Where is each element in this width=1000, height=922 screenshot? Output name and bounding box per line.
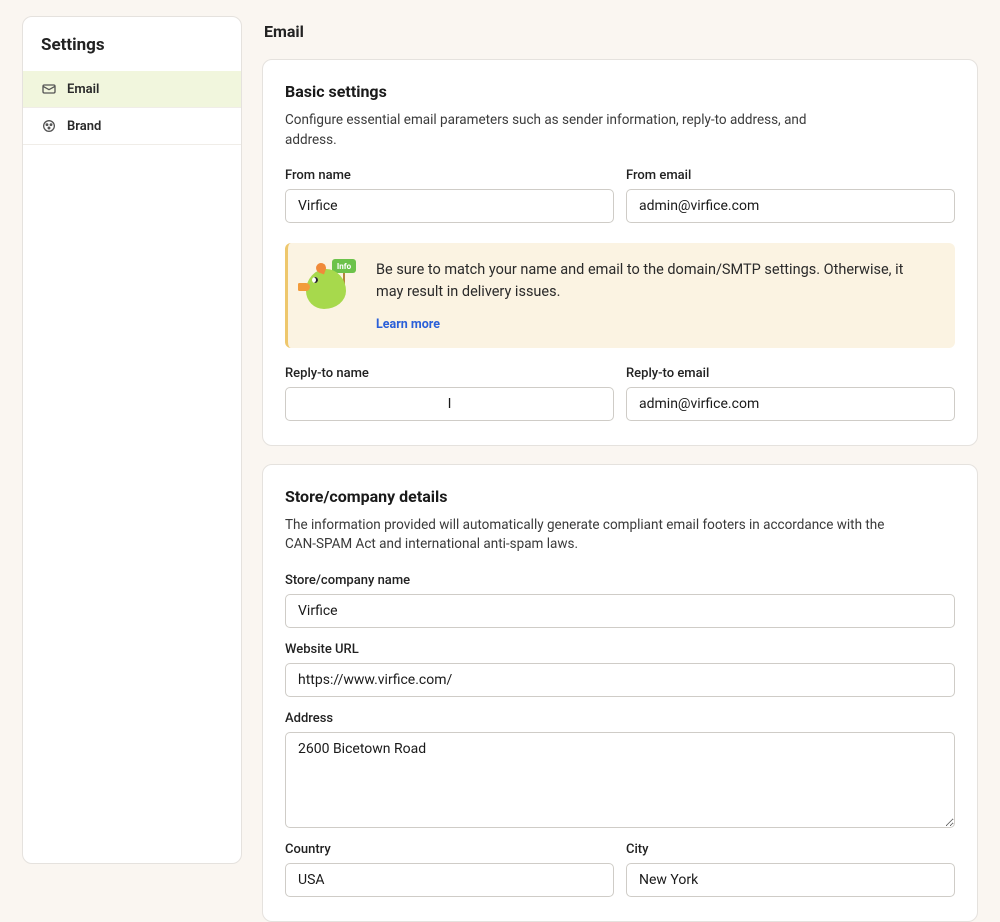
page-title: Email xyxy=(262,16,978,41)
reply-to-name-label: Reply-to name xyxy=(285,366,614,381)
website-url-label: Website URL xyxy=(285,642,955,657)
email-icon xyxy=(41,81,57,97)
settings-sidebar: Settings Email Brand xyxy=(22,16,242,864)
company-name-input[interactable] xyxy=(285,594,955,628)
reply-to-email-label: Reply-to email xyxy=(626,366,955,381)
learn-more-link[interactable]: Learn more xyxy=(376,317,440,332)
basic-settings-title: Basic settings xyxy=(285,82,955,101)
brand-icon xyxy=(41,118,57,134)
main-content: Email Basic settings Configure essential… xyxy=(262,16,978,864)
company-name-field: Store/company name xyxy=(285,573,955,628)
sidebar-item-label: Email xyxy=(67,82,99,97)
from-name-input[interactable] xyxy=(285,189,614,223)
city-field: City xyxy=(626,842,955,897)
reply-to-name-field: Reply-to name xyxy=(285,366,614,421)
smtp-info-banner: Info Be sure to match your name and emai… xyxy=(285,243,955,348)
from-name-field: From name xyxy=(285,168,614,223)
sidebar-item-email[interactable]: Email xyxy=(23,71,241,108)
banner-text: Be sure to match your name and email to … xyxy=(376,259,933,303)
sidebar-item-brand[interactable]: Brand xyxy=(23,108,241,145)
company-name-label: Store/company name xyxy=(285,573,955,588)
from-email-field: From email xyxy=(626,168,955,223)
reply-to-email-field: Reply-to email xyxy=(626,366,955,421)
sidebar-title: Settings xyxy=(23,17,241,71)
bird-info-icon: Info xyxy=(302,259,358,313)
city-label: City xyxy=(626,842,955,857)
website-url-input[interactable] xyxy=(285,663,955,697)
address-label: Address xyxy=(285,711,955,726)
country-label: Country xyxy=(285,842,614,857)
basic-settings-card: Basic settings Configure essential email… xyxy=(262,59,978,446)
reply-to-email-input[interactable] xyxy=(626,387,955,421)
country-field: Country xyxy=(285,842,614,897)
website-url-field: Website URL xyxy=(285,642,955,697)
store-details-card: Store/company details The information pr… xyxy=(262,464,978,922)
from-name-label: From name xyxy=(285,168,614,183)
from-email-input[interactable] xyxy=(626,189,955,223)
reply-to-name-input[interactable] xyxy=(285,387,614,421)
store-details-title: Store/company details xyxy=(285,487,955,506)
basic-settings-desc: Configure essential email parameters suc… xyxy=(285,111,845,150)
from-email-label: From email xyxy=(626,168,955,183)
address-field: Address xyxy=(285,711,955,828)
store-details-desc: The information provided will automatica… xyxy=(285,516,885,555)
address-textarea[interactable] xyxy=(285,732,955,828)
sidebar-item-label: Brand xyxy=(67,119,101,134)
